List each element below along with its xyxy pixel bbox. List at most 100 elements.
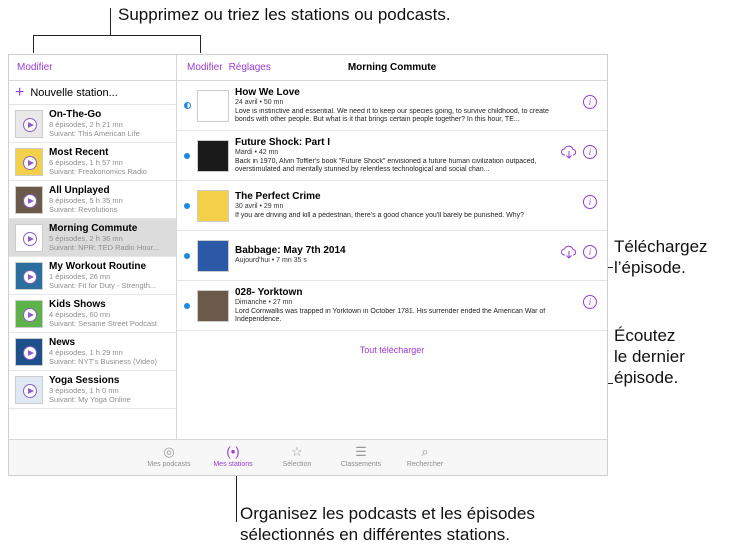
new-station-button[interactable]: + Nouvelle station...: [9, 81, 176, 105]
episode-row[interactable]: The Perfect Crime 30 avril • 29 mn If you …: [177, 181, 607, 231]
station-episodes: 4 épisodes, 60 mn: [49, 310, 111, 319]
play-icon[interactable]: [23, 383, 37, 398]
info-icon[interactable]: i: [583, 245, 597, 259]
sidebar-navbar: Modifier: [9, 55, 176, 81]
cloud-download-icon[interactable]: [561, 245, 577, 259]
station-episodes: 8 épisodes, 2 h 21 mn: [49, 120, 123, 129]
station-next: Suivant: Revolutions: [49, 205, 118, 214]
episode-description: If you are driving and kill a pedestrian…: [235, 211, 525, 219]
callout-download: Téléchargez l’épisode.: [614, 236, 708, 278]
episode-row[interactable]: Babbage: May 7th 2014 Aujourd'hui • 7 mn …: [177, 231, 607, 281]
station-next: Suivant: Freakonomics Radio: [49, 167, 147, 176]
episode-description: Lord Cornwallis was trapped in Yorktown …: [235, 307, 546, 324]
episode-artwork: [197, 289, 229, 322]
unplayed-dot-icon: [177, 152, 197, 159]
episode-actions: i: [561, 245, 597, 259]
plus-icon: +: [15, 83, 25, 101]
station-item[interactable]: All Unplayed 8 épisodes, 5 h 35 mn Suivant…: [9, 181, 176, 219]
episode-actions: i: [583, 95, 597, 109]
station-info: My Workout Routine 1 épisodes, 26 mn Suiva…: [49, 261, 156, 290]
tab-label: Sélection: [282, 461, 312, 468]
station-episodes: 4 épisodes, 1 h 29 mn: [49, 348, 123, 357]
play-icon[interactable]: [23, 269, 37, 284]
station-info: On-The-Go 8 épisodes, 2 h 21 mn Suivant: T…: [49, 109, 140, 138]
station-artwork: [15, 337, 43, 366]
station-title: News: [49, 337, 76, 348]
episode-title: Future Shock: Part I: [235, 136, 331, 148]
play-icon[interactable]: [23, 231, 37, 246]
episode-actions: i: [583, 295, 597, 309]
callout-download-line-2: l’épisode.: [614, 258, 686, 277]
podcast-icon: ◎: [163, 444, 175, 459]
list-icon: ☰: [355, 444, 367, 459]
station-item[interactable]: Most Recent 6 épisodes, 1 h 57 mn Suivant:…: [9, 143, 176, 181]
play-icon[interactable]: [23, 345, 37, 360]
detail-edit-button[interactable]: Modifier: [187, 62, 223, 73]
callout-download-line-1: Téléchargez: [614, 237, 708, 256]
info-icon[interactable]: i: [583, 145, 597, 159]
station-item[interactable]: Kids Shows 4 épisodes, 60 mn Suivant: Sesa…: [9, 295, 176, 333]
episode-title: Babbage: May 7th 2014: [235, 245, 346, 256]
episode-list: How We Love 24 avril • 50 mn Love is insti…: [177, 81, 607, 331]
play-icon[interactable]: [23, 307, 37, 322]
station-artwork: [15, 185, 43, 214]
tab-list[interactable]: ☰ Classements: [331, 443, 391, 468]
episode-actions: i: [561, 145, 597, 159]
station-title: On-The-Go: [49, 109, 102, 120]
callout-bottom: Organisez les podcasts et les épisodes s…: [240, 503, 535, 545]
tab-label: Classements: [340, 461, 382, 468]
station-episodes: 8 épisodes, 5 h 35 mn: [49, 196, 123, 205]
station-episodes: 6 épisodes, 1 h 57 mn: [49, 158, 123, 167]
station-artwork: [15, 375, 43, 404]
station-title: Most Recent: [49, 147, 109, 158]
episode-description: Love is instinctive and essential. We ne…: [235, 107, 549, 124]
station-next: Suivant: Fit for Duty - Strength...: [49, 281, 157, 290]
play-icon[interactable]: [23, 155, 37, 170]
episode-artwork: [197, 239, 229, 272]
download-all-row: Tout télécharger: [177, 331, 607, 355]
callout-top-bracket: [33, 35, 201, 36]
station-title: Yoga Sessions: [49, 375, 120, 386]
info-icon[interactable]: i: [583, 95, 597, 109]
station-item[interactable]: My Workout Routine 1 épisodes, 26 mn Suiva…: [9, 257, 176, 295]
info-icon[interactable]: i: [583, 195, 597, 209]
station-item[interactable]: Morning Commute 5 épisodes, 2 h 36 mn Suiv…: [9, 219, 176, 257]
episode-meta: Mardi • 42 mn: [235, 148, 279, 156]
play-icon[interactable]: [23, 117, 37, 132]
station-artwork: [15, 147, 43, 176]
station-episodes: 5 épisodes, 2 h 36 mn: [49, 234, 123, 243]
tab-label: Rechercher: [406, 461, 444, 468]
tab-stations[interactable]: (•) Mes stations: [203, 443, 263, 468]
callout-listen-line-2: le dernier: [614, 347, 685, 366]
episode-title: 028- Yorktown: [235, 286, 303, 298]
play-icon[interactable]: [23, 193, 37, 208]
episode-title: How We Love: [235, 86, 300, 98]
info-icon[interactable]: i: [583, 295, 597, 309]
episode-info: 028- Yorktown Dimanche • 27 mn Lord Cornwa…: [235, 287, 555, 325]
station-item[interactable]: News 4 épisodes, 1 h 29 mn Suivant: NYT's …: [9, 333, 176, 371]
tab-star[interactable]: ☆ Sélection: [267, 443, 327, 468]
settings-button[interactable]: Réglages: [229, 62, 271, 73]
station-title: My Workout Routine: [49, 261, 147, 272]
tab-bar: ◎ Mes podcasts (•) Mes stations ☆ Sélection ☰ C…: [9, 439, 607, 475]
station-item[interactable]: On-The-Go 8 épisodes, 2 h 21 mn Suivant: T…: [9, 105, 176, 143]
episode-row[interactable]: How We Love 24 avril • 50 mn Love is insti…: [177, 81, 607, 131]
detail-navbar: Modifier Réglages Morning Commute: [177, 55, 607, 81]
station-artwork: [15, 299, 43, 328]
episode-meta: 30 avril • 29 mn: [235, 202, 284, 210]
episode-row[interactable]: 028- Yorktown Dimanche • 27 mn Lord Cornwa…: [177, 281, 607, 331]
station-info: Kids Shows 4 épisodes, 60 mn Suivant: Sesa…: [49, 299, 157, 328]
tab-search[interactable]: ⌕ Rechercher: [395, 443, 455, 468]
download-all-button[interactable]: Tout télécharger: [360, 345, 425, 355]
tab-podcast[interactable]: ◎ Mes podcasts: [139, 443, 199, 468]
station-next: Suivant: Sesame Street Podcast: [49, 319, 157, 328]
sidebar-edit-button[interactable]: Modifier: [17, 62, 53, 73]
station-episodes: 3 épisodes, 1 h 0 mn: [49, 386, 119, 395]
stations-sidebar: Modifier + Nouvelle station... On-The-Go…: [9, 55, 177, 439]
station-item[interactable]: Yoga Sessions 3 épisodes, 1 h 0 mn Suivant…: [9, 371, 176, 409]
episode-meta: Aujourd'hui • 7 mn 35 s: [235, 257, 307, 264]
cloud-download-icon[interactable]: [561, 145, 577, 159]
episode-row[interactable]: Future Shock: Part I Mardi • 42 mn Back in…: [177, 131, 607, 181]
station-artwork: [15, 109, 43, 138]
new-station-label: Nouvelle station...: [30, 86, 118, 99]
